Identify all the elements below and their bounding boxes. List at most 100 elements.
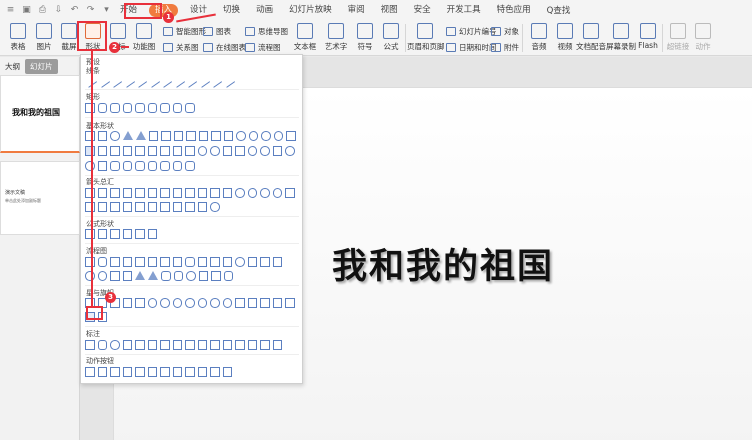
striped-right-arrow-shape[interactable] — [285, 188, 295, 198]
up-ribbon-shape[interactable] — [235, 298, 245, 308]
action-sound-shape[interactable] — [197, 367, 207, 377]
teardrop-shape[interactable] — [286, 131, 296, 141]
slide-number-button[interactable]: 幻灯片编号 — [446, 25, 497, 37]
flowchart-collate-shape[interactable] — [110, 271, 120, 281]
action-help-shape[interactable] — [210, 367, 220, 377]
heptagon-shape[interactable] — [211, 131, 221, 141]
border-callout-3-shape[interactable] — [260, 340, 270, 350]
flowchart-direct-storage-shape[interactable] — [211, 271, 221, 281]
left-right-arrow-callout-shape[interactable] — [172, 202, 182, 212]
round-single-corner-shape[interactable] — [160, 103, 170, 113]
flowchart-stored-data-shape[interactable] — [161, 271, 171, 281]
double-bracket-shape[interactable] — [122, 161, 132, 171]
rounded-rectangle-shape[interactable] — [97, 103, 107, 113]
left-right-arrow-shape[interactable] — [135, 188, 145, 198]
attachment-button[interactable]: 附件 — [491, 41, 519, 53]
dodecagon-shape[interactable] — [248, 131, 258, 141]
bent-arrow-shape[interactable] — [185, 188, 195, 198]
curved-down-ribbon-shape[interactable] — [272, 298, 282, 308]
datetime-button[interactable]: 日期和时间 — [446, 41, 497, 53]
vertical-textbox-shape[interactable] — [97, 131, 107, 141]
redo-icon[interactable]: ↷ — [85, 5, 96, 16]
right-arrow-shape[interactable] — [85, 188, 95, 198]
chevron-shape[interactable] — [110, 202, 120, 212]
action-custom-shape[interactable] — [222, 367, 232, 377]
curve-shape[interactable] — [195, 74, 209, 88]
snip-diagonal-shape[interactable] — [135, 103, 145, 113]
curved-connector-shape[interactable] — [158, 74, 172, 88]
u-turn-arrow-shape[interactable] — [197, 188, 207, 198]
accent-callout-3-shape[interactable] — [210, 340, 220, 350]
search-button[interactable]: Q查找 — [547, 4, 571, 16]
wordart-button[interactable]: 艺术字 — [320, 23, 352, 52]
print-icon[interactable]: ⎙ — [37, 5, 48, 16]
curved-up-arrow-shape[interactable] — [260, 188, 270, 198]
octagon-shape[interactable] — [223, 131, 233, 141]
flowchart-card-shape[interactable] — [260, 257, 270, 267]
flowchart-or-shape[interactable] — [97, 271, 107, 281]
quad-arrow-shape[interactable] — [160, 188, 170, 198]
flowchart-magnetic-disk-shape[interactable] — [198, 271, 208, 281]
star-12-shape[interactable] — [185, 298, 195, 308]
action-information-shape[interactable] — [147, 367, 157, 377]
left-up-arrow-shape[interactable] — [210, 188, 220, 198]
star-5-shape[interactable] — [122, 298, 132, 308]
notched-right-arrow-shape[interactable] — [85, 202, 95, 212]
border-callout-2-shape[interactable] — [247, 340, 257, 350]
cloud-shape[interactable] — [97, 161, 107, 171]
triangle-shape[interactable] — [122, 131, 133, 140]
oval-shape[interactable] — [110, 131, 120, 141]
oval-callout-shape[interactable] — [110, 340, 120, 350]
plus-shape[interactable] — [85, 229, 95, 239]
freeform-shape[interactable] — [208, 74, 222, 88]
textbox-button[interactable]: 文本框 — [289, 23, 321, 52]
line-shape[interactable] — [83, 74, 97, 88]
pentagon-shape[interactable] — [186, 131, 196, 141]
line-callout-4-shape[interactable] — [172, 340, 182, 350]
block-arc-shape[interactable] — [222, 146, 232, 156]
diamond-shape[interactable] — [173, 131, 183, 141]
action-movie-shape[interactable] — [172, 367, 182, 377]
flowchart-summing-junction-shape[interactable] — [85, 271, 95, 281]
vertical-scroll-shape[interactable] — [285, 298, 295, 308]
cube-shape[interactable] — [172, 146, 182, 156]
line-callout-2-shape[interactable] — [147, 340, 157, 350]
cross-shape[interactable] — [135, 146, 145, 156]
tab-slides[interactable]: 幻灯片 — [25, 58, 58, 74]
border-callout-4-shape[interactable] — [272, 340, 282, 350]
round-diagonal-shape[interactable] — [185, 103, 195, 113]
tab-view[interactable]: 视图 — [373, 0, 406, 20]
bent-up-arrow-shape[interactable] — [222, 188, 232, 198]
up-down-arrow-shape[interactable] — [147, 188, 157, 198]
flowchart-connector-shape[interactable] — [235, 257, 245, 267]
flowchart-alternate-process-shape[interactable] — [97, 257, 107, 267]
tab-transition[interactable]: 切换 — [215, 0, 248, 20]
dropdown-icon[interactable]: ▾ — [101, 5, 112, 16]
star-8-shape[interactable] — [160, 298, 170, 308]
elbow-double-arrow-shape[interactable] — [145, 74, 159, 88]
flowchart-manual-input-shape[interactable] — [210, 257, 220, 267]
action-back-shape[interactable] — [85, 367, 95, 377]
snip-rectangle-shape[interactable] — [110, 103, 120, 113]
relation-button[interactable]: 关系图 — [163, 41, 199, 53]
undo-icon[interactable]: ↶ — [69, 5, 80, 16]
right-triangle-shape[interactable] — [135, 131, 146, 140]
double-brace-shape[interactable] — [135, 161, 145, 171]
flowchart-merge-shape[interactable] — [148, 271, 158, 280]
flowchart-sort-shape[interactable] — [122, 271, 132, 281]
rectangle-shape[interactable] — [85, 103, 95, 113]
action-end-shape[interactable] — [122, 367, 132, 377]
slide-thumbnail-1[interactable]: 我和我的祖国 — [0, 75, 80, 153]
down-ribbon-shape[interactable] — [247, 298, 257, 308]
star-7-shape[interactable] — [147, 298, 157, 308]
smart-graphic-button[interactable]: 智能图形 — [163, 25, 206, 37]
flow-chart-button[interactable]: 流程图 — [245, 41, 281, 53]
scribble-shape[interactable] — [220, 74, 234, 88]
elbow-arrow-shape[interactable] — [133, 74, 147, 88]
slide-thumbnail-2[interactable]: 演示文稿 单击此处添加副标题 — [0, 161, 80, 235]
left-right-up-arrow-shape[interactable] — [172, 188, 182, 198]
up-arrow-shape[interactable] — [110, 188, 120, 198]
arc-shape[interactable] — [110, 161, 120, 171]
up-arrow-callout-shape[interactable] — [160, 202, 170, 212]
flowchart-internal-storage-shape[interactable] — [147, 257, 157, 267]
